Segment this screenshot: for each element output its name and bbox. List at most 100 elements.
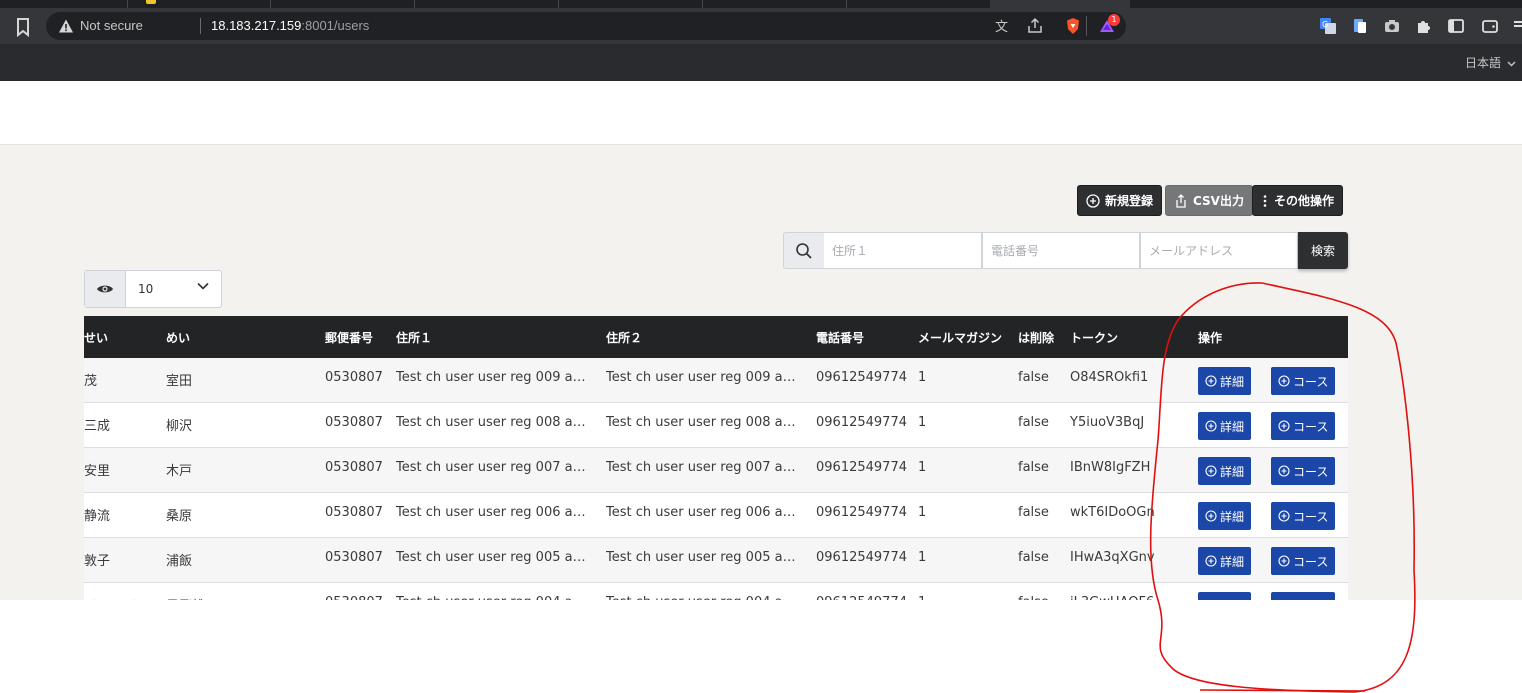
cell-token: Y5iuoV3BqJ bbox=[1070, 415, 1145, 430]
cell-sei: 静流 bbox=[84, 509, 111, 524]
phone-search-input[interactable] bbox=[982, 232, 1140, 269]
cell-magazine: 1 bbox=[918, 550, 927, 565]
plus-circle-icon bbox=[1205, 420, 1217, 432]
wallet-icon[interactable] bbox=[1481, 17, 1499, 35]
cell-phone: 09612549774 bbox=[816, 415, 907, 430]
ime-language-selector[interactable]: 日本語 bbox=[1465, 54, 1516, 71]
course-button[interactable]: コース bbox=[1271, 412, 1336, 440]
detail-button[interactable]: 詳細 bbox=[1198, 457, 1252, 485]
table-header: せい めい 郵便番号 住所１ 住所２ 電話番号 メールマガジン は削除 トークン… bbox=[84, 316, 1348, 358]
cell-token: IBnW8IgFZH bbox=[1070, 460, 1151, 475]
url-host: 18.183.217.159 bbox=[211, 18, 302, 33]
more-actions-label: その他操作 bbox=[1274, 194, 1335, 208]
detail-button[interactable]: 詳細 bbox=[1198, 547, 1252, 575]
table-row: 敦子 浦飯 0530807 Test ch user user reg 005 a… T… bbox=[84, 538, 1348, 583]
header-address1: 住所１ bbox=[396, 331, 433, 345]
course-label: コース bbox=[1293, 554, 1329, 569]
header-sei: せい bbox=[84, 331, 109, 345]
new-user-button[interactable]: 新規登録 bbox=[1077, 185, 1163, 216]
course-button[interactable]: コース bbox=[1271, 547, 1336, 575]
address-bar[interactable]: Not secure 18.183.217.159:8001/users 文 1 bbox=[46, 12, 1126, 40]
extensions-puzzle-icon[interactable] bbox=[1415, 17, 1433, 35]
bookmark-icon[interactable] bbox=[12, 16, 34, 38]
table-row: 安里 木戸 0530807 Test ch user user reg 007 a… T… bbox=[84, 448, 1348, 493]
search-button[interactable]: 検索 bbox=[1298, 232, 1348, 269]
cell-postal: 0530807 bbox=[325, 370, 383, 385]
cell-deleted: false bbox=[1018, 370, 1049, 385]
header-magazine: メールマガジン bbox=[918, 331, 1003, 345]
cell-phone: 09612549774 bbox=[816, 505, 907, 520]
url-text[interactable]: 18.183.217.159:8001/users bbox=[211, 18, 369, 33]
address-search-input[interactable] bbox=[824, 232, 982, 269]
cell-address1: Test ch user user reg 007 a… bbox=[396, 460, 586, 475]
course-button[interactable]: コース bbox=[1271, 592, 1336, 600]
per-page-selector[interactable]: 10 bbox=[84, 270, 222, 308]
cell-mei: 桑原 bbox=[166, 509, 193, 524]
detail-label: 詳細 bbox=[1220, 374, 1245, 389]
per-page-value: 10 bbox=[138, 282, 154, 296]
cell-sei: 三成 bbox=[84, 419, 111, 434]
tab-separator bbox=[702, 0, 703, 8]
translate-icon[interactable]: 文 bbox=[994, 17, 1012, 35]
course-button[interactable]: コース bbox=[1271, 457, 1336, 485]
cell-mei: 木戸 bbox=[166, 464, 193, 479]
course-label: コース bbox=[1293, 374, 1329, 389]
table-row: 茂 室田 0530807 Test ch user user reg 009 a… Te… bbox=[84, 358, 1348, 403]
sidebar-icon[interactable] bbox=[1447, 17, 1465, 35]
clipboard-extension-icon[interactable] bbox=[1351, 17, 1369, 35]
header-mei: めい bbox=[166, 331, 191, 345]
page-footer-area bbox=[0, 600, 1522, 693]
cell-address2: Test ch user user reg 007 a… bbox=[606, 460, 796, 475]
cell-sei: 安里 bbox=[84, 464, 111, 479]
brave-shield-icon[interactable] bbox=[1064, 17, 1082, 35]
per-page-select[interactable]: 10 bbox=[126, 271, 221, 307]
cell-address2: Test ch user user reg 005 a… bbox=[606, 550, 796, 565]
share-icon[interactable] bbox=[1026, 17, 1044, 35]
detail-button[interactable]: 詳細 bbox=[1198, 592, 1252, 600]
warning-icon[interactable] bbox=[58, 18, 74, 34]
detail-label: 詳細 bbox=[1220, 464, 1245, 479]
cell-address2: Test ch user user reg 009 a… bbox=[606, 370, 796, 385]
menu-icon[interactable] bbox=[1512, 17, 1522, 35]
header-address2: 住所２ bbox=[606, 331, 643, 345]
detail-button[interactable]: 詳細 bbox=[1198, 502, 1252, 530]
cell-postal: 0530807 bbox=[325, 415, 383, 430]
course-label: コース bbox=[1293, 419, 1329, 434]
plus-circle-icon bbox=[1278, 420, 1290, 432]
header-token: トークン bbox=[1070, 331, 1119, 345]
plus-circle-icon bbox=[1205, 465, 1217, 477]
course-button[interactable]: コース bbox=[1271, 367, 1336, 395]
google-translate-extension-icon[interactable]: G bbox=[1319, 17, 1337, 35]
new-user-label: 新規登録 bbox=[1105, 194, 1154, 208]
course-button[interactable]: コース bbox=[1271, 502, 1336, 530]
omnibox-divider bbox=[1086, 16, 1087, 36]
chevron-down-icon bbox=[197, 282, 209, 290]
plus-circle-icon bbox=[1278, 555, 1290, 567]
plus-circle-icon bbox=[1278, 375, 1290, 387]
active-tab[interactable] bbox=[990, 0, 1130, 8]
cell-mei: 浦飯 bbox=[166, 554, 193, 569]
tab-separator bbox=[127, 0, 128, 8]
camera-extension-icon[interactable] bbox=[1383, 17, 1401, 35]
cell-mei: 柳沢 bbox=[166, 419, 193, 434]
cell-address1: Test ch user user reg 006 a… bbox=[396, 505, 586, 520]
detail-label: 詳細 bbox=[1220, 509, 1245, 524]
header-phone: 電話番号 bbox=[816, 331, 865, 345]
tab-favicon bbox=[146, 0, 156, 4]
omnibox-divider bbox=[200, 18, 201, 34]
detail-button[interactable]: 詳細 bbox=[1198, 367, 1252, 395]
detail-button[interactable]: 詳細 bbox=[1198, 412, 1252, 440]
users-table: せい めい 郵便番号 住所１ 住所２ 電話番号 メールマガジン は削除 トークン… bbox=[84, 316, 1348, 600]
eye-icon bbox=[85, 271, 126, 307]
cell-address2: Test ch user user reg 006 a… bbox=[606, 505, 796, 520]
email-search-input[interactable] bbox=[1140, 232, 1298, 269]
cell-mei: 室田 bbox=[166, 374, 193, 389]
security-label[interactable]: Not secure bbox=[80, 18, 143, 33]
cell-sei: 茂 bbox=[84, 374, 98, 389]
csv-export-button[interactable]: CSV出力 bbox=[1165, 185, 1253, 216]
more-actions-button[interactable]: その他操作 bbox=[1252, 185, 1344, 216]
cell-address1: Test ch user user reg 009 a… bbox=[396, 370, 586, 385]
detail-label: 詳細 bbox=[1220, 554, 1245, 569]
plus-circle-icon bbox=[1278, 465, 1290, 477]
kebab-icon bbox=[1263, 194, 1267, 207]
